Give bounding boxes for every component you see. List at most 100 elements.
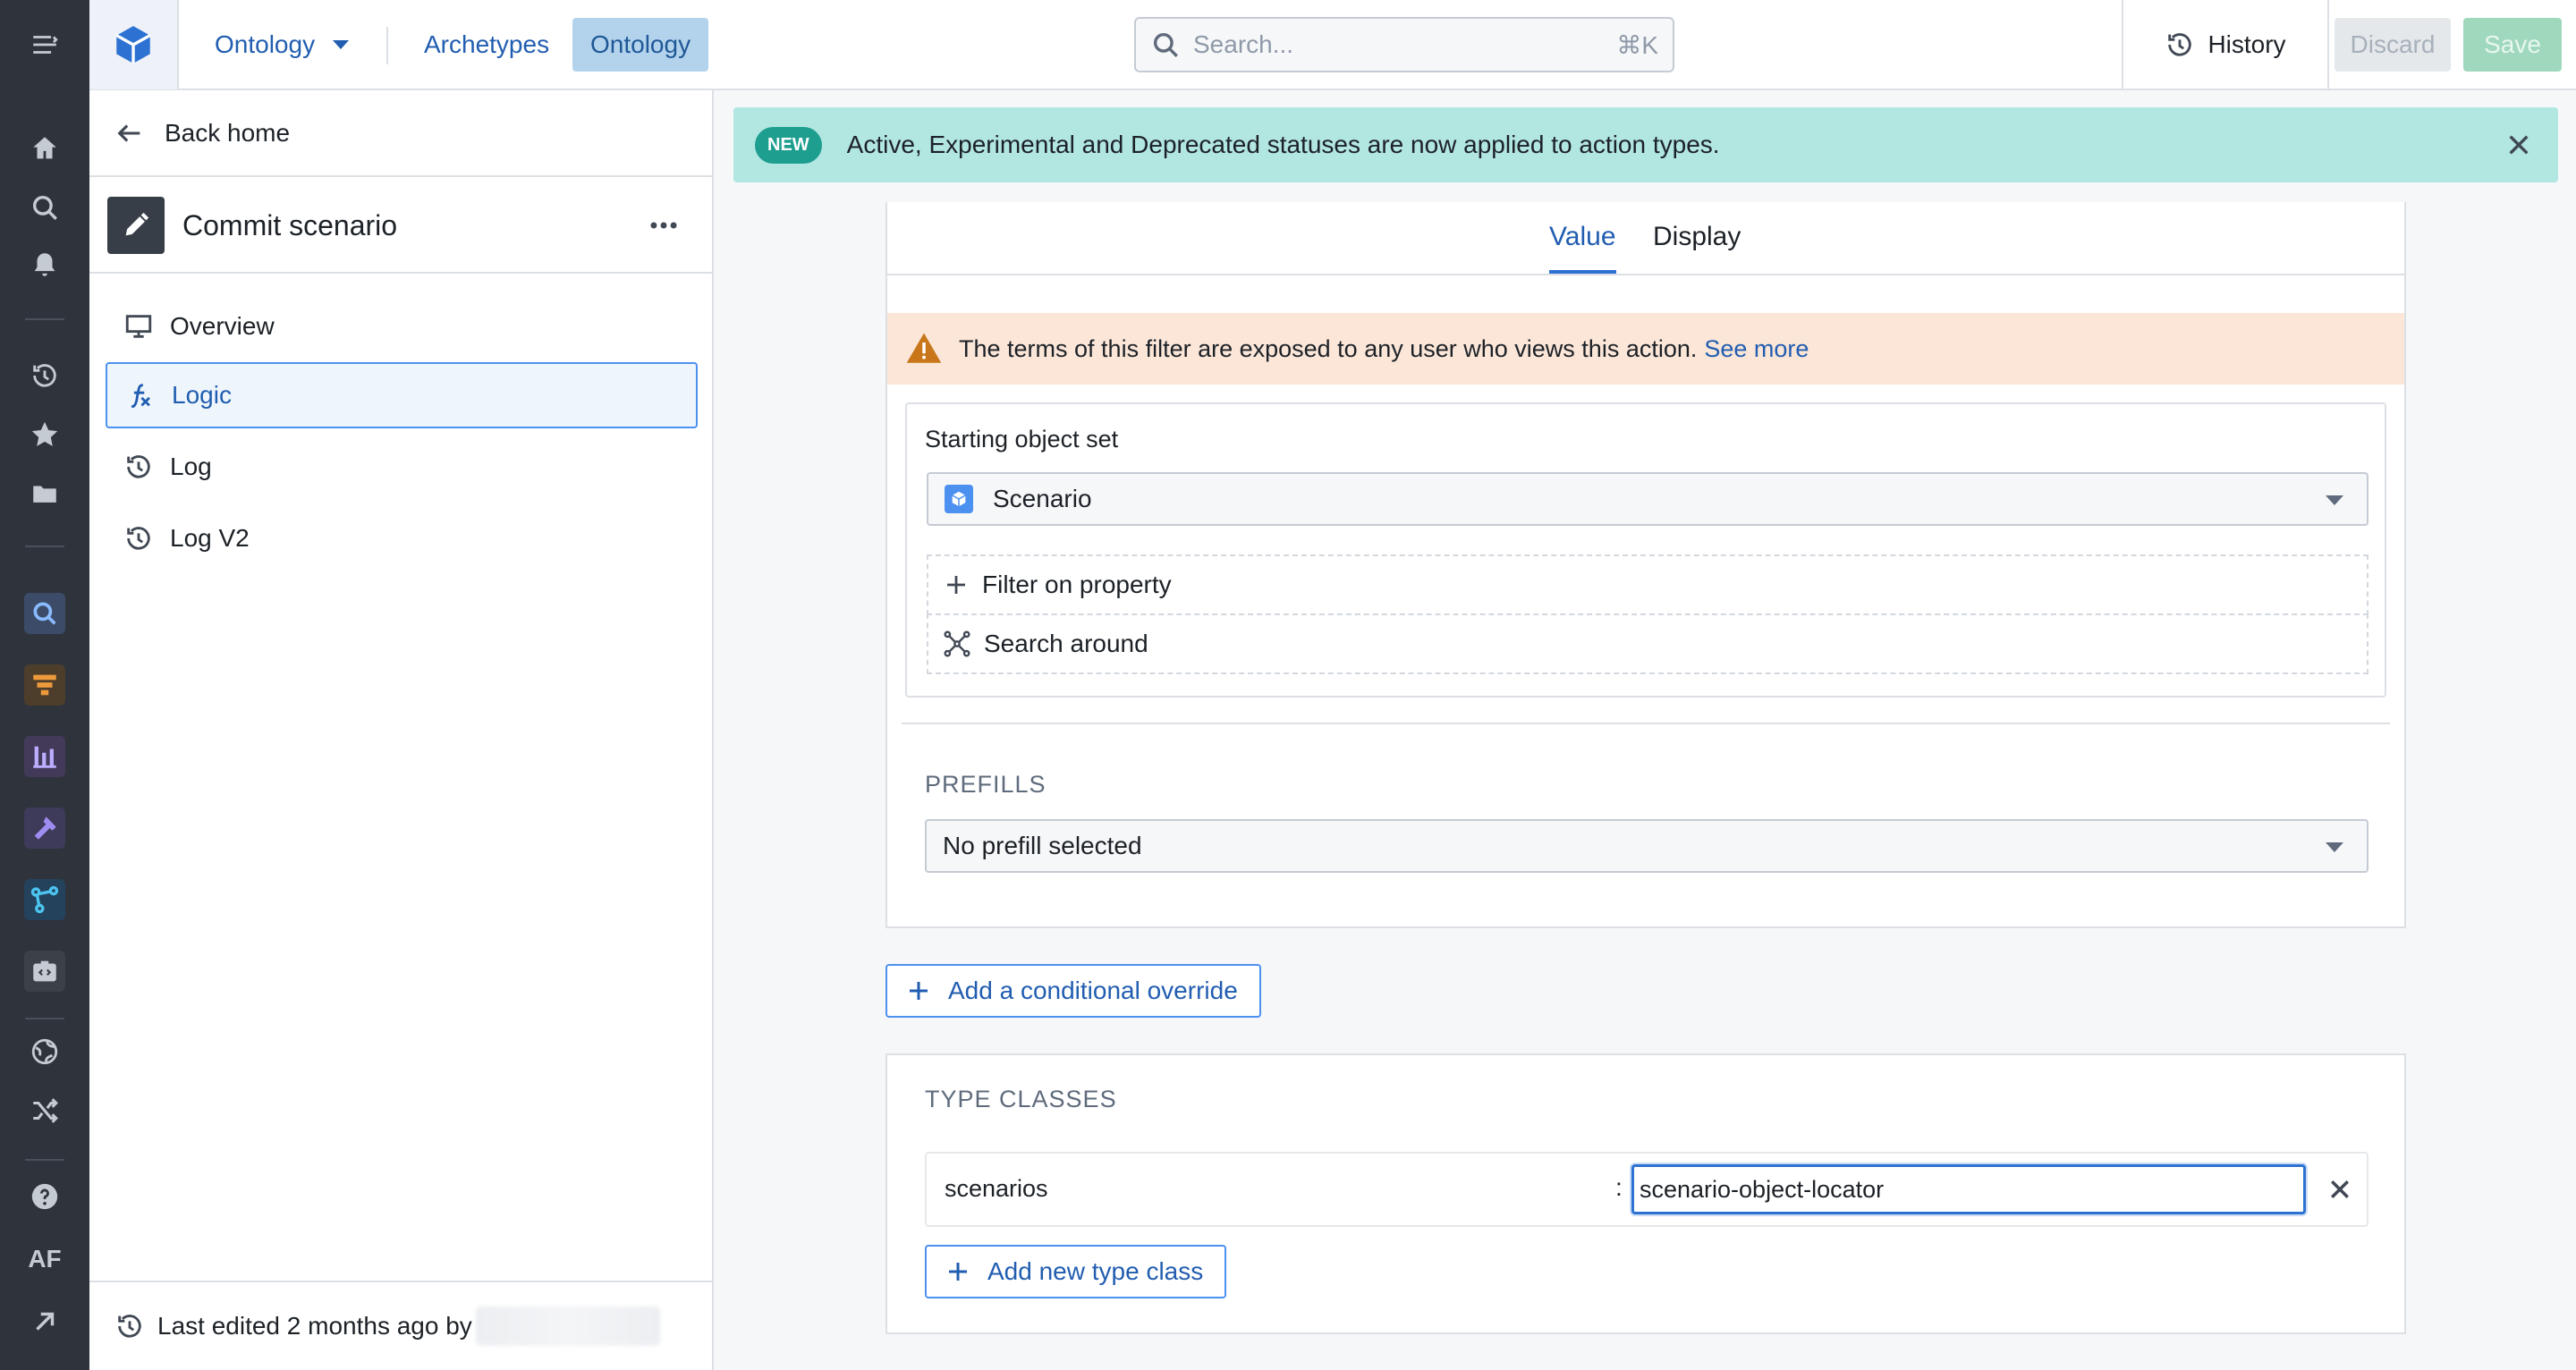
editor-tabs: Value Display <box>887 202 2404 275</box>
redacted-username <box>475 1307 660 1346</box>
history-icon <box>118 1315 141 1338</box>
history-icon <box>127 455 150 478</box>
parameter-editor-card: Value Display The terms of this filter a… <box>886 202 2406 928</box>
back-home-label: Back home <box>165 118 291 147</box>
starting-object-set-label: Starting object set <box>925 426 1119 452</box>
sidebar-item-label: Log <box>170 452 212 480</box>
sidebar-item-log-v2[interactable]: Log V2 <box>106 505 698 571</box>
warning-icon <box>906 333 942 363</box>
history-icon <box>2168 33 2192 56</box>
last-edited-info: Last edited 2 months ago by <box>89 1281 712 1370</box>
history-button[interactable]: History <box>2122 0 2329 89</box>
top-bar: Ontology Archetypes Ontology Search... ⌘… <box>89 0 2576 90</box>
cube-icon <box>115 26 151 63</box>
user-initials-text: AF <box>28 1245 62 1273</box>
discard-button[interactable]: Discard <box>2334 18 2451 72</box>
type-class-value-input[interactable]: scenario-object-locator <box>1631 1164 2306 1214</box>
type-classes-label: TYPE CLASSES <box>925 1086 1117 1112</box>
search-around-icon <box>944 630 970 657</box>
function-icon <box>131 384 150 409</box>
last-edited-text: Last edited 2 months ago by <box>157 1312 472 1340</box>
globe-icon[interactable] <box>0 1025 89 1078</box>
prefills-label: PREFILLS <box>925 771 1046 798</box>
sidebar-item-label: Log V2 <box>170 524 250 552</box>
app-rail: AF <box>0 0 89 1370</box>
prefill-value: No prefill selected <box>943 832 1142 859</box>
back-home-link[interactable]: Back home <box>89 90 712 177</box>
search-icon[interactable] <box>0 181 89 234</box>
sidebar-item-overview[interactable]: Overview <box>106 293 698 359</box>
see-more-link[interactable]: See more <box>1704 335 1809 363</box>
code-workspace-icon[interactable] <box>0 944 89 998</box>
object-set-select[interactable]: Scenario <box>927 472 2368 526</box>
pencil-icon <box>107 197 165 254</box>
sidebar-item-label: Overview <box>170 312 275 340</box>
folder-icon[interactable] <box>0 467 89 520</box>
star-icon[interactable] <box>0 408 89 461</box>
close-icon[interactable] <box>2492 118 2546 172</box>
user-initials[interactable]: AF <box>0 1232 89 1286</box>
starting-object-set-panel: Starting object set Scenario Filter on p… <box>905 402 2386 698</box>
save-button[interactable]: Save <box>2463 18 2562 72</box>
object-type-icon <box>945 485 973 513</box>
add-type-class-button[interactable]: Add new type class <box>925 1245 1227 1298</box>
ontology-dropdown[interactable]: Ontology <box>197 18 367 72</box>
search-icon <box>1153 32 1178 57</box>
more-options-icon[interactable] <box>637 199 691 252</box>
external-link-icon[interactable] <box>0 1295 89 1349</box>
search-placeholder: Search... <box>1193 30 1294 58</box>
search-around-button[interactable]: Search around <box>927 613 2368 674</box>
help-icon[interactable] <box>0 1170 89 1223</box>
sidebar-item-log[interactable]: Log <box>106 434 698 500</box>
new-feature-banner: NEW Active, Experimental and Deprecated … <box>733 107 2558 182</box>
action-header: Commit scenario <box>89 179 712 274</box>
add-conditional-override-button[interactable]: Add a conditional override <box>886 964 1261 1018</box>
graph-icon[interactable] <box>0 873 89 926</box>
arrow-left-icon <box>117 123 140 142</box>
banner-text: Active, Experimental and Deprecated stat… <box>846 131 1720 158</box>
filter-on-property-button[interactable]: Filter on property <box>927 554 2368 615</box>
caret-down-icon <box>2326 842 2343 852</box>
tab-display[interactable]: Display <box>1653 222 1741 274</box>
search-shortcut: ⌘K <box>1616 30 1658 59</box>
type-class-separator: : <box>1615 1173 1623 1201</box>
pipeline-icon[interactable] <box>0 658 89 712</box>
caret-down-icon <box>2326 495 2343 505</box>
menu-icon[interactable] <box>0 18 89 72</box>
type-class-row: scenarios : scenario-object-locator <box>925 1152 2368 1227</box>
tab-value[interactable]: Value <box>1549 222 1616 274</box>
desktop-icon <box>125 315 152 338</box>
add-type-class-label: Add new type class <box>987 1257 1204 1285</box>
object-set-value: Scenario <box>993 485 1092 512</box>
sidebar-item-label: Logic <box>172 381 232 409</box>
analytics-icon[interactable] <box>0 730 89 783</box>
search-input[interactable]: Search... ⌘K <box>1134 17 1674 72</box>
section-divider <box>902 723 2390 724</box>
object-explorer-icon[interactable] <box>0 587 89 640</box>
history-icon <box>127 527 150 550</box>
remove-type-class-icon[interactable] <box>2322 1171 2358 1207</box>
home-icon[interactable] <box>0 122 89 175</box>
caret-down-icon <box>333 40 350 49</box>
add-conditional-override-label: Add a conditional override <box>948 977 1238 1004</box>
prefill-select[interactable]: No prefill selected <box>925 819 2368 873</box>
warning-text: The terms of this filter are exposed to … <box>959 334 1698 362</box>
tab-archetypes[interactable]: Archetypes <box>406 18 567 72</box>
history-label: History <box>2207 30 2286 58</box>
action-title: Commit scenario <box>182 208 398 241</box>
filter-on-property-label: Filter on property <box>982 571 1172 598</box>
plus-icon <box>947 576 965 594</box>
ontology-dropdown-label: Ontology <box>215 30 316 58</box>
ontology-logo[interactable] <box>89 0 179 89</box>
tab-ontology[interactable]: Ontology <box>572 18 709 72</box>
history-icon[interactable] <box>0 349 89 402</box>
plus-icon <box>910 982 928 1000</box>
new-tag: NEW <box>755 126 822 164</box>
bell-icon[interactable] <box>0 238 89 292</box>
type-class-key: scenarios <box>945 1175 1048 1202</box>
hammer-icon[interactable] <box>0 801 89 855</box>
type-class-value: scenario-object-locator <box>1640 1175 1885 1203</box>
shuffle-icon[interactable] <box>0 1084 89 1137</box>
sidebar-item-logic[interactable]: Logic <box>106 362 698 428</box>
filter-warning-callout: The terms of this filter are exposed to … <box>887 313 2404 385</box>
